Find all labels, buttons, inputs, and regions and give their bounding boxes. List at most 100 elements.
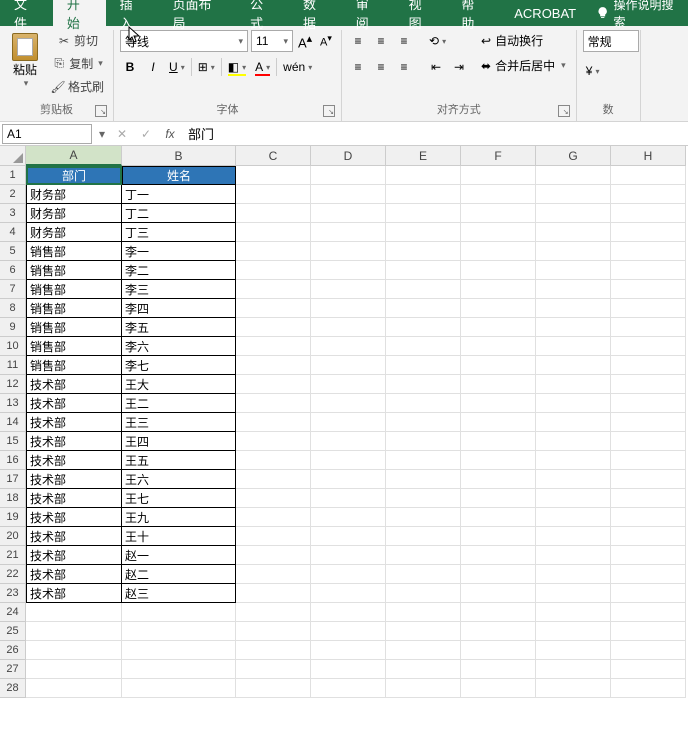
column-header-E[interactable]: E — [386, 146, 461, 166]
cell[interactable]: 销售部 — [26, 318, 122, 337]
cell[interactable] — [386, 223, 461, 242]
cell[interactable] — [311, 413, 386, 432]
cell[interactable] — [236, 394, 311, 413]
row-header[interactable]: 8 — [0, 299, 26, 318]
cell[interactable] — [536, 299, 611, 318]
cell[interactable] — [386, 337, 461, 356]
cell[interactable] — [386, 584, 461, 603]
cell[interactable] — [311, 432, 386, 451]
row-header[interactable]: 9 — [0, 318, 26, 337]
cell[interactable] — [536, 242, 611, 261]
cell[interactable]: 丁二 — [122, 204, 236, 223]
cell[interactable] — [611, 375, 686, 394]
cell[interactable] — [311, 622, 386, 641]
cell[interactable] — [386, 508, 461, 527]
cell[interactable] — [386, 470, 461, 489]
cell[interactable]: 赵一 — [122, 546, 236, 565]
cell[interactable] — [611, 280, 686, 299]
cell[interactable] — [236, 242, 311, 261]
increase-font-button[interactable]: A▴ — [296, 32, 314, 50]
cell[interactable] — [461, 565, 536, 584]
column-header-G[interactable]: G — [536, 146, 611, 166]
cell[interactable]: 技术部 — [26, 432, 122, 451]
italic-button[interactable]: I — [143, 56, 163, 78]
cell[interactable]: 李五 — [122, 318, 236, 337]
font-size-combo[interactable]: 11 ▾ — [251, 30, 293, 52]
cell[interactable]: 技术部 — [26, 546, 122, 565]
cell[interactable] — [386, 527, 461, 546]
cell[interactable] — [122, 679, 236, 698]
cell[interactable] — [26, 603, 122, 622]
cell[interactable] — [536, 451, 611, 470]
cell[interactable] — [536, 280, 611, 299]
cell[interactable] — [461, 375, 536, 394]
select-all-corner[interactable] — [0, 146, 26, 166]
tab-insert[interactable]: 插入 — [106, 0, 159, 26]
cell[interactable] — [236, 337, 311, 356]
format-painter-button[interactable]: 🖌 格式刷 — [48, 76, 107, 97]
cell[interactable] — [461, 508, 536, 527]
paste-button[interactable]: 粘贴 ▾ — [6, 30, 44, 92]
cell[interactable] — [611, 223, 686, 242]
cell[interactable] — [236, 641, 311, 660]
cell[interactable]: 王四 — [122, 432, 236, 451]
row-header[interactable]: 28 — [0, 679, 26, 698]
cell[interactable]: 部门 — [26, 166, 122, 185]
cell[interactable] — [236, 413, 311, 432]
cell[interactable] — [311, 280, 386, 299]
cell[interactable] — [311, 546, 386, 565]
cell[interactable]: 销售部 — [26, 299, 122, 318]
cell[interactable] — [236, 166, 311, 185]
align-top-button[interactable]: ≡ — [348, 30, 368, 52]
cell[interactable] — [461, 660, 536, 679]
cell[interactable] — [611, 261, 686, 280]
row-header[interactable]: 17 — [0, 470, 26, 489]
cell[interactable] — [461, 470, 536, 489]
cell[interactable]: 王二 — [122, 394, 236, 413]
cell[interactable] — [461, 584, 536, 603]
cell[interactable] — [311, 318, 386, 337]
cell[interactable]: 销售部 — [26, 261, 122, 280]
phonetic-button[interactable]: wén — [280, 56, 315, 78]
cell[interactable] — [461, 299, 536, 318]
column-header-A[interactable]: A — [26, 146, 122, 166]
row-header[interactable]: 13 — [0, 394, 26, 413]
cell[interactable] — [386, 622, 461, 641]
column-header-H[interactable]: H — [611, 146, 686, 166]
cell[interactable]: 技术部 — [26, 451, 122, 470]
cell[interactable] — [461, 318, 536, 337]
cell[interactable]: 王三 — [122, 413, 236, 432]
cell[interactable]: 王十 — [122, 527, 236, 546]
cell[interactable] — [536, 223, 611, 242]
align-left-button[interactable]: ≡ — [348, 56, 368, 78]
cell[interactable] — [386, 299, 461, 318]
cell[interactable] — [236, 622, 311, 641]
wrap-text-button[interactable]: ↩ 自动换行 — [477, 30, 570, 51]
cell[interactable] — [611, 318, 686, 337]
cell[interactable]: 财务部 — [26, 204, 122, 223]
bold-button[interactable]: B — [120, 56, 140, 78]
tab-acrobat[interactable]: ACROBAT — [500, 0, 590, 26]
tab-layout[interactable]: 页面布局 — [158, 0, 236, 26]
cell[interactable] — [26, 679, 122, 698]
cell[interactable] — [386, 565, 461, 584]
border-button[interactable]: ⊞ — [195, 56, 218, 78]
cell[interactable] — [536, 641, 611, 660]
cell[interactable] — [611, 451, 686, 470]
cell[interactable] — [461, 622, 536, 641]
cell[interactable] — [611, 641, 686, 660]
cell[interactable] — [461, 223, 536, 242]
cell[interactable] — [386, 660, 461, 679]
cell[interactable] — [236, 451, 311, 470]
cell[interactable] — [611, 679, 686, 698]
cell[interactable] — [536, 356, 611, 375]
name-box-dropdown[interactable]: ▾ — [94, 127, 110, 141]
row-header[interactable]: 27 — [0, 660, 26, 679]
cell[interactable] — [611, 413, 686, 432]
cell[interactable] — [611, 337, 686, 356]
dialog-launcher-icon[interactable]: ↘ — [323, 105, 335, 117]
formula-input[interactable]: 部门 — [182, 124, 688, 143]
cell[interactable] — [536, 337, 611, 356]
cell[interactable] — [536, 166, 611, 185]
row-header[interactable]: 2 — [0, 185, 26, 204]
